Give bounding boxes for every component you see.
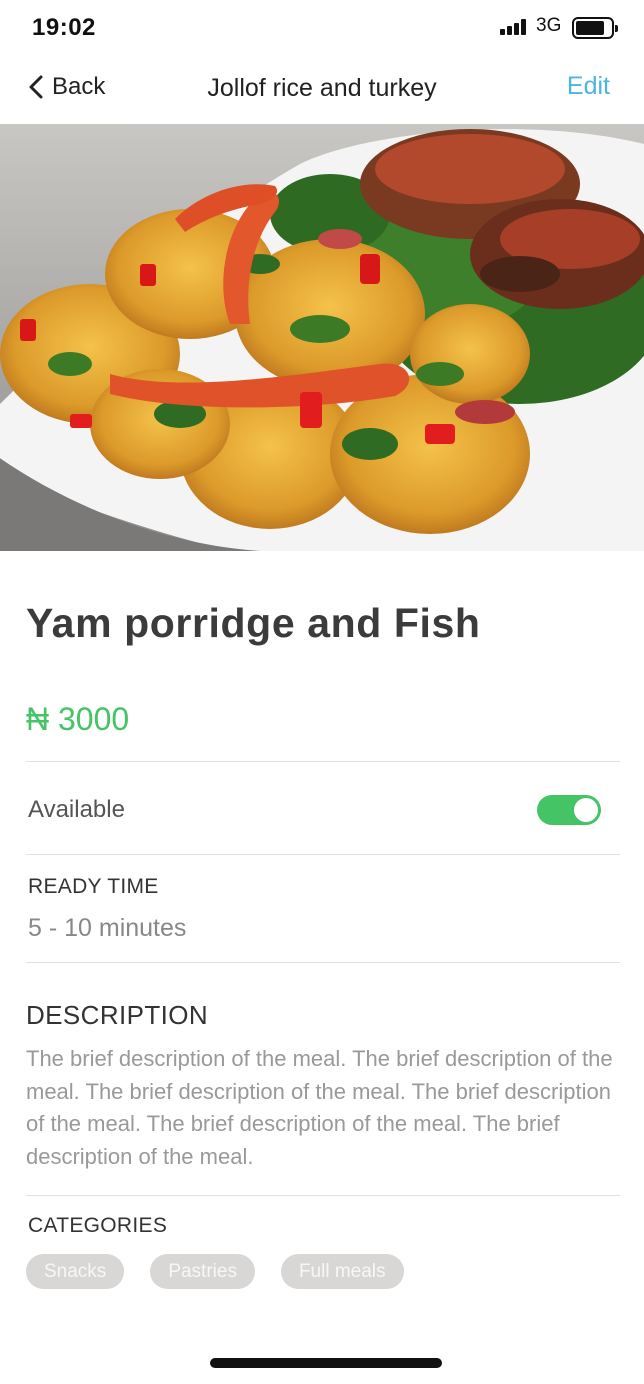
- edit-button[interactable]: Edit: [567, 72, 610, 101]
- back-label: Back: [52, 73, 106, 100]
- category-chip-snacks[interactable]: Snacks: [26, 1254, 125, 1289]
- meal-price: ₦ 3000: [26, 701, 130, 737]
- meal-name: Yam porridge and Fish: [26, 600, 481, 646]
- available-toggle[interactable]: [537, 795, 601, 825]
- meal-photo: [0, 124, 644, 551]
- ready-time-heading: READY TIME: [28, 875, 159, 898]
- divider: [26, 1195, 620, 1196]
- status-bar: 19:02 3G: [0, 0, 644, 56]
- divider: [26, 854, 620, 855]
- categories-heading: CATEGORIES: [28, 1214, 168, 1237]
- signal-icon: [500, 19, 530, 35]
- available-label: Available: [28, 796, 125, 823]
- chevron-left-icon: [29, 75, 43, 99]
- toggle-knob: [574, 798, 598, 822]
- back-button[interactable]: Back: [28, 70, 105, 104]
- ready-time-value: 5 - 10 minutes: [28, 914, 187, 942]
- description-text: The brief description of the meal. The b…: [26, 1046, 613, 1169]
- divider: [26, 962, 620, 963]
- navigation-bar: Back Jollof rice and turkey Edit: [0, 56, 644, 124]
- description-heading: DESCRIPTION: [26, 1000, 209, 1030]
- category-chip-pastries[interactable]: Pastries: [150, 1254, 255, 1289]
- battery-icon: [572, 17, 618, 39]
- category-chips: Snacks Pastries Full meals: [26, 1254, 404, 1289]
- divider: [26, 761, 620, 762]
- category-chip-full-meals[interactable]: Full meals: [280, 1254, 404, 1289]
- home-indicator[interactable]: [210, 1358, 442, 1368]
- status-time: 19:02: [32, 14, 96, 41]
- network-type: 3G: [536, 15, 562, 36]
